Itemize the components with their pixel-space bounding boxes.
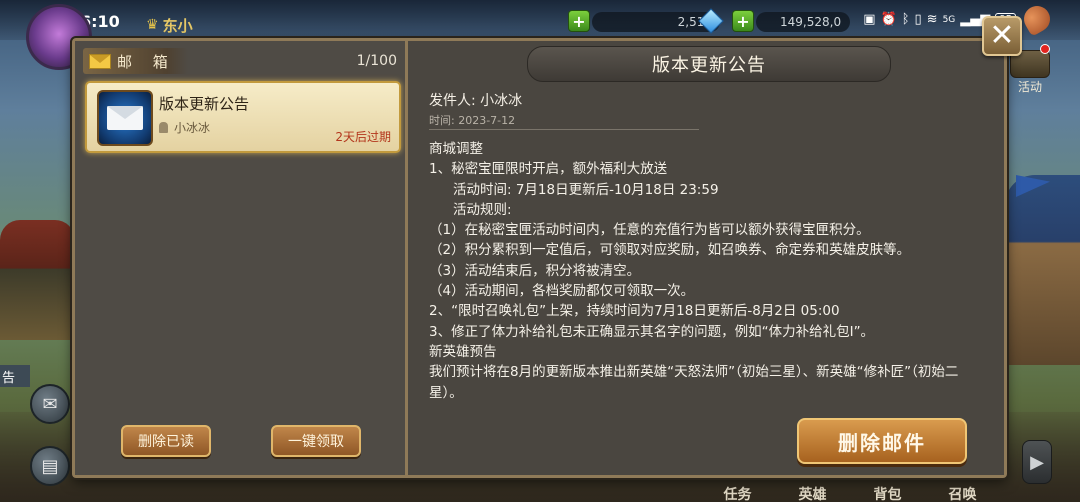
event-label: 活动 [1017, 80, 1042, 94]
body-line-heading: 新英雄预告 [429, 343, 497, 360]
body-line-heading: 商城调整 [429, 141, 483, 157]
player-name-text: 东小 [162, 16, 193, 35]
body-line: 1、秘密宝匣限时开启，额外福利大放送 [429, 161, 668, 178]
nfc-icon: ▣ [863, 12, 876, 27]
player-name: ♛ 东小 [142, 14, 201, 36]
mail-date: 时间: 2023-7-12 [429, 114, 516, 127]
alarm-icon: ⏰ [880, 12, 897, 27]
body-line: 2、“限时召唤礼包”上架，持续时间为7月18日更新后-8月2日 05:00 [429, 303, 840, 320]
body-line: 我们预计将在8月的更新版本推出新英雄“天怒法师”（初始三星）、新英雄“修补匠”（… [429, 364, 959, 401]
gold-counter: 149,528,0 [756, 12, 850, 32]
mail-dialog: 邮 箱 1/100 版本更新公告 小冰冰 2天后过期 删除已读 一键领取 版本更… [72, 38, 1007, 478]
claim-all-button[interactable]: 一键领取 [271, 425, 361, 457]
body-line: 活动时间: 7月18日更新后-10月18日 23:59 [453, 181, 719, 198]
mail-item-title: 版本更新公告 [159, 95, 250, 113]
mailbox-icon [89, 53, 111, 69]
nav-summon[interactable]: 召唤 [925, 478, 1000, 502]
mail-list-header: 邮 箱 1/100 [83, 47, 401, 75]
crown-icon: ♛ [146, 17, 159, 33]
mail-detail-header: 版本更新公告 [527, 46, 891, 82]
nav-heroes[interactable]: 英雄 [775, 478, 850, 502]
envelope-icon [107, 106, 143, 130]
delete-mail-button[interactable]: 删除邮件 [797, 418, 967, 464]
mail-list-item[interactable]: 版本更新公告 小冰冰 2天后过期 [85, 81, 401, 153]
notification-dot [1040, 44, 1050, 54]
body-line: 活动规则: [453, 201, 512, 218]
mail-item-sender-name: 小冰冰 [174, 121, 211, 135]
vibrate-icon: ▯ [914, 12, 922, 27]
side-tab[interactable]: 告 [0, 365, 30, 387]
person-icon [159, 122, 168, 133]
expand-arrow-icon[interactable]: ▶ [1022, 440, 1052, 484]
divider [429, 129, 699, 130]
mail-detail-panel: 版本更新公告 发件人: 小冰冰 时间: 2023-7-12 商城调整 1、秘密宝… [411, 41, 1004, 475]
body-line: （4）活动期间，各档奖励都仅可领取一次。 [429, 283, 695, 300]
bluetooth-icon: ᛒ [901, 12, 910, 27]
body-line: （3）活动结束后，积分将被清空。 [429, 262, 641, 279]
mailbox-title: 邮 箱 [83, 48, 188, 74]
mailbox-title-text: 邮 箱 [117, 52, 176, 71]
add-gem-button[interactable]: + [732, 10, 754, 32]
close-icon[interactable]: ✕ [982, 16, 1022, 56]
nav-tasks[interactable]: 任务 [700, 478, 775, 502]
signal-label: 5G [942, 14, 956, 25]
gold-amount: 149,528,0 [780, 15, 842, 29]
background-hut [0, 220, 75, 340]
delete-read-button[interactable]: 删除已读 [121, 425, 211, 457]
background-house [1005, 175, 1080, 365]
body-line: 3、修正了体力补给礼包未正确显示其名字的问题，例如“体力补给礼包Ⅰ”。 [429, 323, 875, 340]
mail-item-sender: 小冰冰 [159, 119, 210, 136]
bottom-nav: 任务 英雄 背包 召唤 [700, 478, 1000, 502]
add-gold-button[interactable]: + [568, 10, 590, 32]
mail-detail-title: 版本更新公告 [652, 55, 766, 76]
chat-icon[interactable]: ▤ [30, 446, 70, 486]
nav-bag[interactable]: 背包 [850, 478, 925, 502]
body-line: （1）在秘密宝匣活动时间内，任意的充值行为皆可以额外获得宝匣积分。 [429, 222, 870, 239]
mail-shortcut-icon[interactable]: ✉ [30, 384, 70, 424]
mail-thumbnail [97, 90, 153, 146]
mail-item-expiry: 2天后过期 [335, 130, 391, 144]
wifi-icon: ≋ [926, 12, 938, 27]
mail-from: 发件人: 小冰冰 [429, 93, 523, 109]
mail-body: 商城调整 1、秘密宝匣限时开启，额外福利大放送 活动时间: 7月18日更新后-1… [429, 139, 989, 403]
mail-count: 1/100 [356, 53, 397, 69]
mail-list-panel: 邮 箱 1/100 版本更新公告 小冰冰 2天后过期 删除已读 一键领取 [75, 41, 408, 475]
body-line: （2）积分累积到一定值后，可领取对应奖励，如召唤券、命定券和英雄皮肤等。 [429, 242, 911, 259]
